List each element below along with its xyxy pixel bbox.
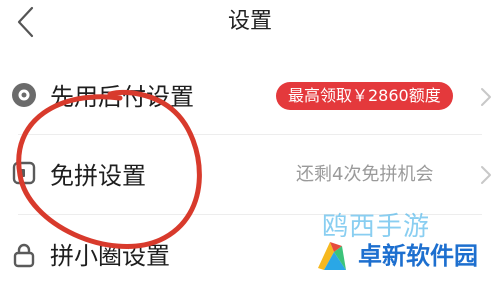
header-bar: 设置 bbox=[0, 0, 500, 44]
remaining-chances-text: 还剩4次免拼机会 bbox=[296, 164, 434, 185]
promo-badge: 最高领取￥2860额度 bbox=[276, 82, 453, 110]
page-title: 设置 bbox=[227, 9, 272, 34]
settings-row-pay-later[interactable]: 先用后付设置 最高领取￥2860额度 bbox=[0, 56, 500, 134]
settings-gear-icon bbox=[12, 83, 36, 107]
row-label: 拼小圈设置 bbox=[50, 242, 170, 270]
chevron-right-icon bbox=[481, 166, 491, 184]
wallet-card-icon bbox=[12, 161, 36, 185]
watermark-logo-icon bbox=[318, 242, 346, 270]
settings-row-free-group[interactable]: 免拼设置 还剩4次免拼机会 bbox=[0, 134, 500, 212]
row-label: 先用后付设置 bbox=[50, 83, 194, 111]
chevron-right-icon bbox=[481, 88, 491, 106]
lock-icon bbox=[13, 243, 35, 268]
watermark-brand-text: 卓新软件园 bbox=[358, 242, 478, 270]
row-label: 免拼设置 bbox=[50, 162, 146, 190]
